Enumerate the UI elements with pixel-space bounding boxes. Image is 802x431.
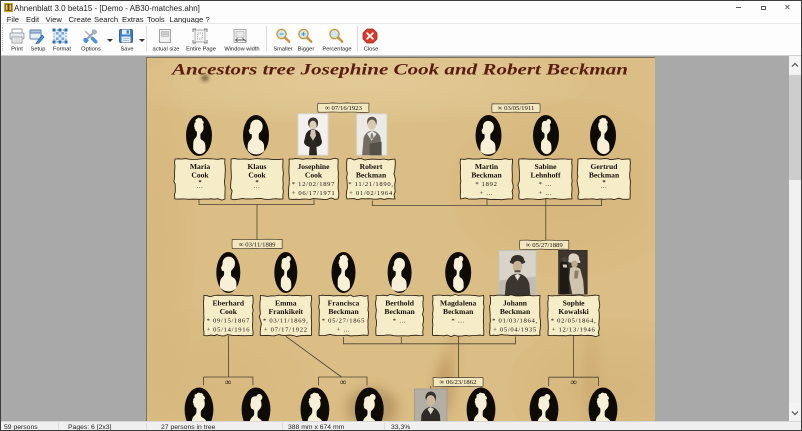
- svg-text:* 11/21/1890,: * 11/21/1890,: [348, 181, 394, 188]
- svg-text:Berthold: Berthold: [385, 298, 414, 307]
- svg-text:Johann: Johann: [503, 298, 528, 307]
- svg-text:∞ 03/11/1889: ∞ 03/11/1889: [239, 241, 276, 248]
- svg-text:∞: ∞: [225, 377, 231, 387]
- svg-text:* 12/02/1897: * 12/02/1897: [292, 181, 335, 188]
- svg-text:∞ 05/27/1889: ∞ 05/27/1889: [526, 242, 564, 249]
- svg-text:Emma: Emma: [275, 298, 297, 307]
- svg-text:Martin: Martin: [475, 162, 499, 171]
- svg-text:Frankikeit: Frankikeit: [268, 307, 303, 316]
- svg-text:* …: * …: [451, 317, 465, 324]
- svg-text:∞ 06/23/1862: ∞ 06/23/1862: [440, 379, 477, 386]
- svg-text:Maria: Maria: [190, 162, 210, 171]
- svg-text:* 02/05/1864,: * 02/05/1864,: [551, 317, 597, 324]
- svg-text:Eberhard: Eberhard: [212, 298, 244, 307]
- svg-text:* …: * …: [393, 317, 407, 324]
- svg-text:* 05/27/1865: * 05/27/1865: [322, 317, 365, 324]
- svg-text:Cook: Cook: [191, 170, 209, 179]
- svg-text:+ 05/04/1935: + 05/04/1935: [493, 326, 537, 333]
- svg-text:Sabine: Sabine: [535, 162, 558, 171]
- svg-text:Beckman: Beckman: [356, 170, 387, 179]
- svg-text:Beckman: Beckman: [589, 170, 620, 179]
- svg-text:* 1892: * 1892: [475, 181, 497, 188]
- svg-text:Klaus: Klaus: [248, 162, 267, 171]
- svg-text:* 03/11/1869,: * 03/11/1869,: [263, 317, 309, 324]
- svg-text:Beckman: Beckman: [384, 307, 415, 316]
- svg-text:+ 12/13/1946: + 12/13/1946: [552, 326, 596, 333]
- svg-text:∞ 07/16/1923: ∞ 07/16/1923: [325, 105, 363, 112]
- svg-text:+ …: + …: [479, 190, 493, 197]
- svg-text:Sophie: Sophie: [563, 298, 586, 307]
- svg-text:∞: ∞: [340, 377, 346, 387]
- svg-text:…: …: [600, 183, 607, 190]
- svg-text:Lehnhoff: Lehnhoff: [531, 170, 561, 179]
- svg-text:* 01/03/1864,: * 01/03/1864,: [492, 317, 538, 324]
- svg-text:…: …: [196, 183, 203, 190]
- svg-text:+ …: + …: [538, 190, 552, 197]
- svg-text:Francisca: Francisca: [328, 298, 360, 307]
- svg-text:Cook: Cook: [248, 170, 266, 179]
- svg-text:Robert: Robert: [360, 162, 383, 171]
- svg-text:Ancestors tree Josephine Cook: Ancestors tree Josephine Cook and Robert…: [171, 61, 628, 78]
- svg-text:Beckman: Beckman: [471, 170, 502, 179]
- svg-text:Josephine: Josephine: [297, 162, 330, 171]
- svg-text:Beckman: Beckman: [328, 307, 359, 316]
- svg-text:+ 01/02/1964: + 01/02/1964: [349, 190, 393, 197]
- svg-text:∞ 03/05/1911: ∞ 03/05/1911: [498, 105, 535, 112]
- svg-text:Cook: Cook: [305, 170, 323, 179]
- svg-text:Beckman: Beckman: [500, 307, 531, 316]
- svg-text:Gertrud: Gertrud: [591, 162, 619, 171]
- svg-text:+ 07/17/1922: + 07/17/1922: [264, 326, 308, 333]
- svg-text:∞: ∞: [570, 377, 576, 387]
- svg-text:+ 06/17/1971: + 06/17/1971: [292, 190, 336, 197]
- svg-text:Magdalena: Magdalena: [440, 298, 476, 307]
- svg-text:* …: * …: [539, 181, 553, 188]
- svg-text:Kowalski: Kowalski: [558, 307, 588, 316]
- svg-text:+ …: + …: [336, 326, 350, 333]
- svg-text:…: …: [253, 183, 260, 190]
- svg-text:Beckman: Beckman: [443, 307, 474, 316]
- svg-text:Cook: Cook: [220, 307, 238, 316]
- svg-text:* 09/15/1867: * 09/15/1867: [207, 317, 250, 324]
- svg-text:+ 05/14/1916: + 05/14/1916: [206, 326, 250, 333]
